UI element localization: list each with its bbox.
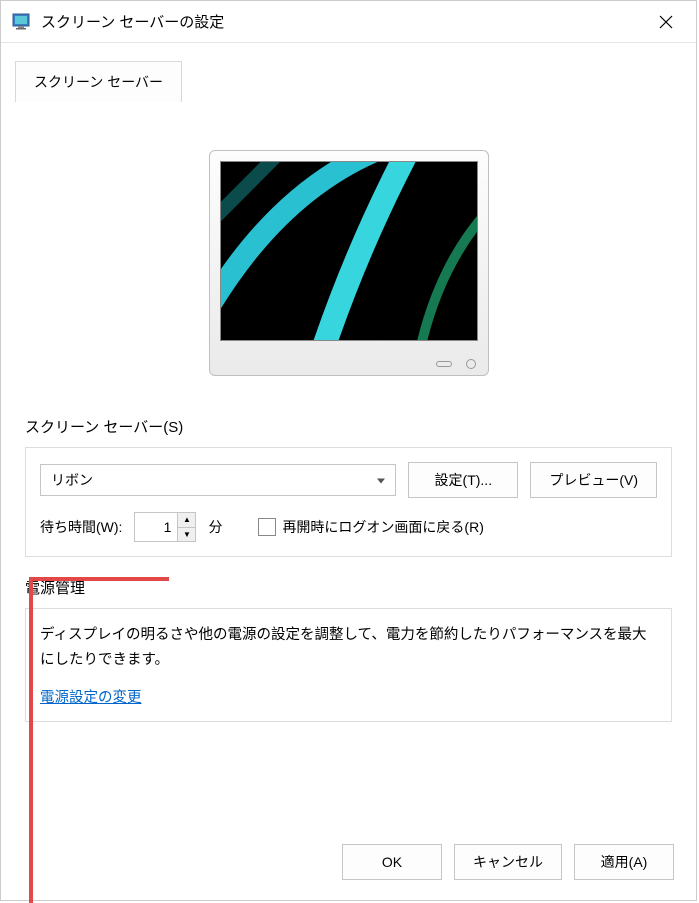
screensaver-dropdown[interactable]: リボン (40, 464, 396, 496)
monitor-decoration (466, 359, 476, 369)
screensaver-group-label: スクリーン セーバー(S) (25, 416, 672, 437)
screensaver-settings-window: スクリーン セーバーの設定 スクリーン セーバー (0, 0, 697, 901)
cancel-button[interactable]: キャンセル (454, 844, 562, 880)
power-description: ディスプレイの明るさや他の電源の設定を調整して、電力を節約したりパフォーマンスを… (40, 623, 657, 672)
resume-checkbox-label: 再開時にログオン画面に戻る(R) (282, 517, 483, 537)
window-title: スクリーン セーバーの設定 (41, 11, 646, 32)
settings-button[interactable]: 設定(T)... (408, 462, 518, 498)
dialog-button-row: OK キャンセル 適用(A) (342, 844, 674, 880)
wait-time-spinner[interactable]: ▲ ▼ (134, 512, 196, 542)
annotation-line (29, 577, 33, 903)
tab-strip: スクリーン セーバー (1, 43, 696, 102)
ok-button[interactable]: OK (342, 844, 442, 880)
power-settings-link[interactable]: 電源設定の変更 (40, 690, 142, 706)
titlebar: スクリーン セーバーの設定 (1, 1, 696, 43)
screensaver-group: リボン 設定(T)... プレビュー(V) 待ち時間(W): ▲ ▼ 分 再開時 (25, 447, 672, 557)
annotation-line (29, 577, 169, 581)
spinner-up[interactable]: ▲ (178, 513, 195, 528)
tab-screensaver[interactable]: スクリーン セーバー (15, 61, 182, 102)
preview-button[interactable]: プレビュー(V) (530, 462, 657, 498)
monitor-icon (11, 11, 33, 33)
apply-button[interactable]: 適用(A) (574, 844, 674, 880)
screensaver-selected: リボン (51, 470, 93, 490)
wait-time-unit: 分 (208, 517, 222, 537)
close-icon (659, 15, 673, 29)
preview-area (25, 150, 672, 376)
power-group: ディスプレイの明るさや他の電源の設定を調整して、電力を節約したりパフォーマンスを… (25, 608, 672, 722)
monitor-decoration (436, 361, 452, 367)
close-button[interactable] (646, 1, 686, 42)
content-area: スクリーン セーバー(S) リボン 設定(T)... プレビュー(V) 待ち時間… (1, 102, 696, 762)
wait-time-input[interactable] (135, 513, 177, 541)
resume-checkbox-wrap[interactable]: 再開時にログオン画面に戻る(R) (258, 517, 483, 537)
spinner-down[interactable]: ▼ (178, 528, 195, 542)
monitor-frame (209, 150, 489, 376)
screensaver-preview (220, 161, 478, 341)
resume-checkbox[interactable] (258, 518, 276, 536)
wait-time-label: 待ち時間(W): (40, 517, 122, 537)
